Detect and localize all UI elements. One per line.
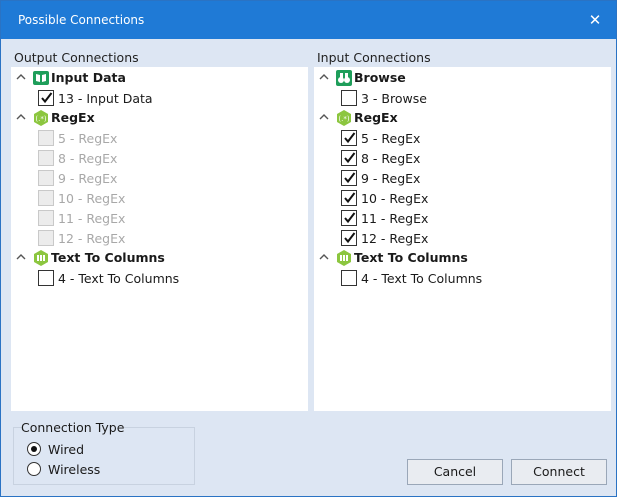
tree-item[interactable]: 10 - RegEx — [314, 188, 611, 208]
tree-item[interactable]: 12 - RegEx — [314, 228, 611, 248]
connection-checkbox[interactable] — [341, 170, 357, 186]
connection-checkbox — [38, 130, 54, 146]
tree-group-text-to-columns[interactable]: Text To Columns — [11, 248, 308, 268]
connection-checkbox[interactable] — [38, 270, 54, 286]
wireless-radio-button[interactable] — [27, 462, 41, 476]
connection-checkbox — [38, 210, 54, 226]
tree-item: 10 - RegEx — [11, 188, 308, 208]
connection-label: 10 - RegEx — [361, 191, 429, 206]
connection-checkbox[interactable] — [341, 270, 357, 286]
connection-label: 12 - RegEx — [58, 231, 126, 246]
connection-checkbox[interactable] — [341, 210, 357, 226]
possible-connections-dialog: Possible Connections ✕ Output Connection… — [0, 0, 617, 497]
tree-group-label: Input Data — [51, 70, 126, 85]
tree-item[interactable]: 3 - Browse — [314, 88, 611, 108]
connection-label: 11 - RegEx — [361, 211, 429, 226]
tree-group-browse[interactable]: Browse — [314, 68, 611, 88]
connect-button[interactable]: Connect — [511, 459, 607, 485]
tree-item: 11 - RegEx — [11, 208, 308, 228]
connection-type-group — [13, 427, 195, 485]
binoculars-icon — [336, 70, 352, 86]
connection-checkbox[interactable] — [341, 90, 357, 106]
tree-item: 8 - RegEx — [11, 148, 308, 168]
tree-item[interactable]: 11 - RegEx — [314, 208, 611, 228]
chevron-up-icon[interactable] — [16, 111, 26, 123]
connection-checkbox[interactable] — [341, 130, 357, 146]
connection-label: 8 - RegEx — [58, 151, 118, 166]
connection-checkbox[interactable] — [341, 230, 357, 246]
close-button[interactable]: ✕ — [584, 9, 606, 31]
wired-radio-button[interactable] — [27, 442, 41, 456]
tree-group-text-to-columns[interactable]: Text To Columns — [314, 248, 611, 268]
output-connections-tree: Input Data 13 - Input Data (.*) RegEx 5 - Re… — [11, 67, 308, 411]
connection-checkbox[interactable] — [341, 190, 357, 206]
connection-label: 5 - RegEx — [58, 131, 118, 146]
tree-item[interactable]: 13 - Input Data — [11, 88, 308, 108]
tree-item[interactable]: 9 - RegEx — [314, 168, 611, 188]
connection-label: 5 - RegEx — [361, 131, 421, 146]
connection-label: 9 - RegEx — [361, 171, 421, 186]
connection-label: 11 - RegEx — [58, 211, 126, 226]
connection-label: 3 - Browse — [361, 91, 427, 106]
connection-label: 4 - Text To Columns — [58, 271, 180, 286]
svg-text:(.*): (.*) — [35, 115, 46, 123]
svg-text:(.*): (.*) — [338, 115, 349, 123]
tree-item[interactable]: 5 - RegEx — [314, 128, 611, 148]
regex-icon: (.*) — [336, 110, 352, 126]
tree-group-label: Text To Columns — [354, 250, 468, 265]
connection-checkbox[interactable] — [38, 90, 54, 106]
tree-group-label: RegEx — [51, 110, 95, 125]
cancel-button[interactable]: Cancel — [407, 459, 503, 485]
connection-checkbox — [38, 230, 54, 246]
tree-item: 12 - RegEx — [11, 228, 308, 248]
book-icon — [33, 70, 49, 86]
output-connections-label: Output Connections — [14, 50, 139, 65]
tree-group-label: Browse — [354, 70, 406, 85]
connection-checkbox — [38, 190, 54, 206]
text-to-columns-icon — [336, 250, 352, 266]
connection-label: 13 - Input Data — [58, 91, 153, 106]
chevron-up-icon[interactable] — [16, 71, 26, 83]
connection-label: 8 - RegEx — [361, 151, 421, 166]
connection-type-label: Connection Type — [21, 420, 125, 435]
regex-icon: (.*) — [33, 110, 49, 126]
tree-group-label: Text To Columns — [51, 250, 165, 265]
tree-group-label: RegEx — [354, 110, 398, 125]
connection-label: 4 - Text To Columns — [361, 271, 483, 286]
chevron-up-icon[interactable] — [319, 71, 329, 83]
dialog-title: Possible Connections — [18, 13, 145, 27]
connection-checkbox — [38, 170, 54, 186]
tree-group-regex[interactable]: (.*) RegEx — [11, 108, 308, 128]
wired-label: Wired — [48, 442, 85, 457]
title-bar[interactable]: Possible Connections ✕ — [1, 1, 616, 39]
tree-item[interactable]: 8 - RegEx — [314, 148, 611, 168]
connection-label: 12 - RegEx — [361, 231, 429, 246]
chevron-up-icon[interactable] — [319, 111, 329, 123]
tree-item: 9 - RegEx — [11, 168, 308, 188]
chevron-up-icon[interactable] — [16, 251, 26, 263]
tree-group-regex[interactable]: (.*) RegEx — [314, 108, 611, 128]
connection-checkbox — [38, 150, 54, 166]
wireless-label: Wireless — [48, 462, 101, 477]
connection-label: 10 - RegEx — [58, 191, 126, 206]
input-connections-tree: Browse 3 - Browse (.*) RegEx 5 - RegEx 8 - Re… — [314, 67, 611, 411]
tree-item: 5 - RegEx — [11, 128, 308, 148]
tree-item[interactable]: 4 - Text To Columns — [314, 268, 611, 288]
tree-group-input-data[interactable]: Input Data — [11, 68, 308, 88]
connection-checkbox[interactable] — [341, 150, 357, 166]
input-connections-label: Input Connections — [317, 50, 431, 65]
text-to-columns-icon — [33, 250, 49, 266]
tree-item[interactable]: 4 - Text To Columns — [11, 268, 308, 288]
chevron-up-icon[interactable] — [319, 251, 329, 263]
connection-label: 9 - RegEx — [58, 171, 118, 186]
